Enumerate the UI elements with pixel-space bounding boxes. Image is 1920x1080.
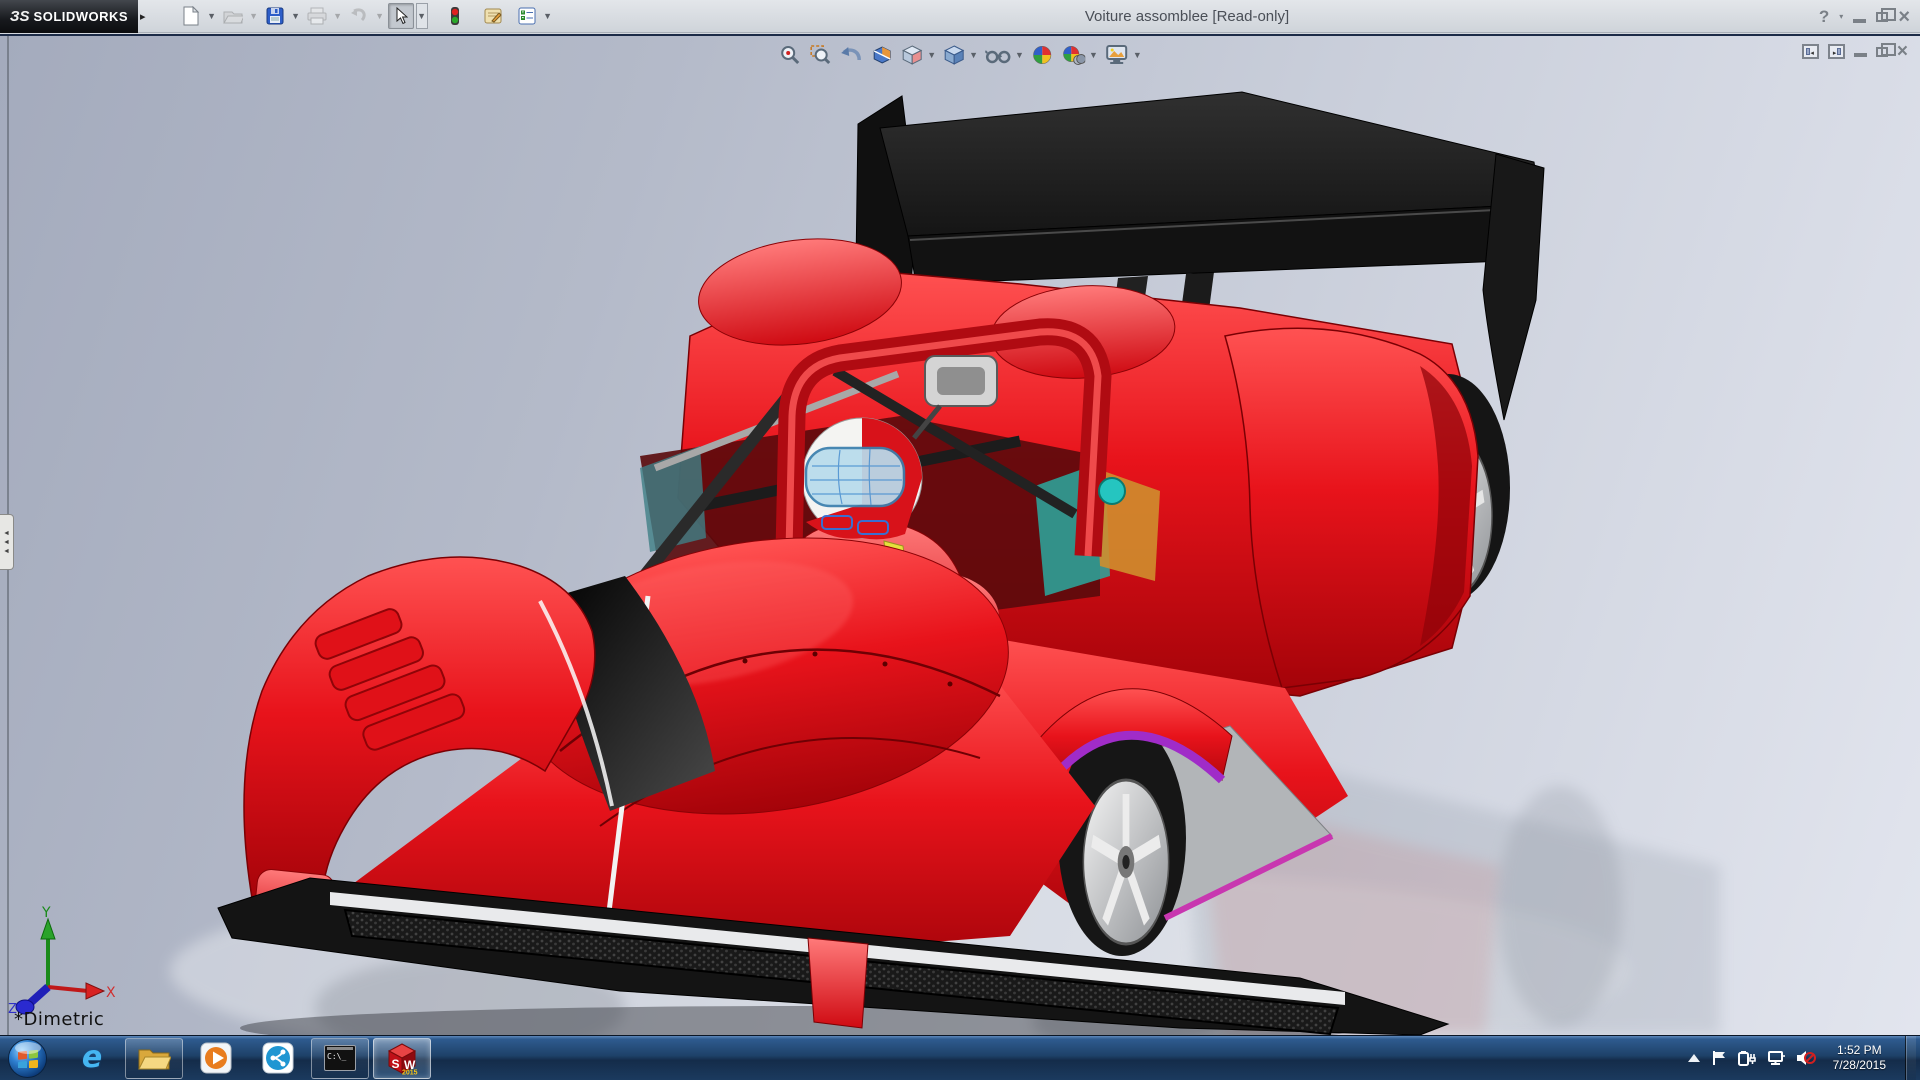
- taskbar-clock[interactable]: 1:52 PM 7/28/2015: [1833, 1043, 1886, 1073]
- new-caret[interactable]: ▼: [206, 3, 218, 29]
- 3d-model-red-race-car[interactable]: [0, 36, 1920, 1035]
- solidworks-2015-icon: S W 2015: [385, 1041, 419, 1075]
- svg-text:2015: 2015: [402, 1070, 418, 1076]
- solidworks-logo: ЗS SOLIDWORKS: [0, 0, 138, 33]
- media-player-icon: [200, 1042, 232, 1074]
- volume-muted-icon[interactable]: [1796, 1050, 1816, 1066]
- open-caret[interactable]: ▼: [248, 3, 260, 29]
- stoplight-button[interactable]: [442, 3, 468, 29]
- open-button[interactable]: [220, 3, 246, 29]
- options-caret[interactable]: ▼: [542, 3, 554, 29]
- apply-scene-button[interactable]: [1060, 43, 1086, 67]
- doc-minimize-button[interactable]: [1854, 53, 1867, 57]
- system-tray: 1:52 PM 7/28/2015: [1688, 1036, 1920, 1080]
- taskbar-share-app[interactable]: [249, 1038, 307, 1079]
- display-style-button[interactable]: [942, 43, 966, 67]
- flyout-arrow-icon: ◄: [3, 530, 10, 537]
- reference-triad: Y X Z: [0, 905, 120, 1015]
- action-center-flag-icon[interactable]: [1711, 1050, 1727, 1066]
- command-prompt-icon: C:\_: [324, 1045, 356, 1071]
- options-button[interactable]: [514, 3, 540, 29]
- section-view-button[interactable]: [870, 43, 894, 67]
- feature-manager-flyout-tab[interactable]: ◄ ◄ ◄: [0, 514, 14, 570]
- tray-time: 1:52 PM: [1833, 1043, 1886, 1058]
- headsup-view-toolbar: ▼ ▼ ▼ ▼ ▼: [778, 43, 1142, 67]
- view-orientation-caret[interactable]: ▼: [927, 50, 936, 60]
- taskbar-media-player[interactable]: [187, 1038, 245, 1079]
- title-bar: ЗS SOLIDWORKS ▸ ▼ ▼ ▼ ▼ ▼: [0, 0, 1920, 33]
- solidworks-screen: ЗS SOLIDWORKS ▸ ▼ ▼ ▼ ▼ ▼: [0, 0, 1920, 1080]
- ds-logo-mark: ЗS: [10, 8, 30, 25]
- view-orientation-label: *Dimetric: [14, 1009, 104, 1030]
- start-button[interactable]: [8, 1039, 47, 1078]
- zoom-to-fit-button[interactable]: [778, 43, 802, 67]
- undo-caret[interactable]: ▼: [374, 3, 386, 29]
- zoom-to-area-button[interactable]: [808, 43, 832, 67]
- taskbar-command-prompt[interactable]: C:\_: [311, 1038, 369, 1079]
- print-caret[interactable]: ▼: [332, 3, 344, 29]
- triad-x-label: X: [106, 985, 116, 1001]
- taskbar-windows-explorer[interactable]: [125, 1038, 183, 1079]
- print-button[interactable]: [304, 3, 330, 29]
- share-app-icon: [262, 1042, 294, 1074]
- expand-right-panel-button[interactable]: ▸: [1828, 44, 1845, 59]
- tray-date: 7/28/2015: [1833, 1058, 1886, 1073]
- power-battery-icon[interactable]: [1738, 1050, 1756, 1066]
- save-button[interactable]: [262, 3, 288, 29]
- flyout-arrow-icon: ◄: [3, 548, 10, 555]
- hidden-icons-button[interactable]: [1688, 1054, 1700, 1062]
- restore-button[interactable]: [1876, 12, 1888, 22]
- new-document-button[interactable]: [178, 3, 204, 29]
- previous-view-button[interactable]: [838, 43, 864, 67]
- doc-restore-button[interactable]: [1876, 47, 1888, 57]
- help-caret[interactable]: ▾: [1839, 12, 1843, 21]
- select-caret[interactable]: ▼: [416, 3, 428, 29]
- svg-text:S: S: [392, 1057, 400, 1071]
- view-settings-button[interactable]: [1104, 43, 1130, 67]
- select-tool-button[interactable]: [388, 3, 414, 29]
- collapse-left-panel-button[interactable]: ◂: [1802, 44, 1819, 59]
- triad-y-label: Y: [41, 905, 51, 921]
- minimize-button[interactable]: [1853, 19, 1866, 23]
- doc-close-button[interactable]: ×: [1897, 42, 1908, 61]
- edit-note-button[interactable]: [480, 3, 506, 29]
- window-controls: ? ▾ ×: [1819, 0, 1910, 33]
- hide-show-caret[interactable]: ▼: [1015, 50, 1024, 60]
- document-window-controls: ◂ ▸ ×: [1802, 42, 1908, 61]
- help-button[interactable]: ?: [1819, 8, 1829, 25]
- hide-show-items-button[interactable]: [984, 43, 1012, 67]
- taskbar-internet-explorer[interactable]: e: [63, 1038, 121, 1079]
- view-orientation-button[interactable]: [900, 43, 924, 67]
- menu-flyout-arrow[interactable]: ▸: [140, 10, 146, 23]
- taskbar-solidworks[interactable]: S W 2015: [373, 1038, 431, 1079]
- logo-text: SOLIDWORKS: [34, 9, 129, 24]
- show-desktop-button[interactable]: [1905, 1036, 1916, 1080]
- apply-scene-caret[interactable]: ▼: [1089, 50, 1098, 60]
- internet-explorer-icon: e: [82, 1043, 102, 1073]
- edit-appearance-button[interactable]: [1030, 43, 1054, 67]
- standard-toolbar: ▼ ▼ ▼ ▼ ▼ ▼: [178, 3, 554, 29]
- windows-taskbar: e C:\_ S W 2015: [0, 1035, 1920, 1080]
- save-caret[interactable]: ▼: [290, 3, 302, 29]
- undo-button[interactable]: [346, 3, 372, 29]
- close-button[interactable]: ×: [1898, 7, 1910, 27]
- graphics-viewport[interactable]: ▼ ▼ ▼ ▼ ▼ ◂ ▸ × ◄: [0, 36, 1920, 1035]
- view-settings-caret[interactable]: ▼: [1133, 50, 1142, 60]
- network-icon[interactable]: [1767, 1050, 1785, 1066]
- flyout-arrow-icon: ◄: [3, 539, 10, 546]
- folder-icon: [137, 1044, 171, 1072]
- window-title: Voiture assomblee [Read-only]: [1085, 0, 1289, 33]
- display-style-caret[interactable]: ▼: [969, 50, 978, 60]
